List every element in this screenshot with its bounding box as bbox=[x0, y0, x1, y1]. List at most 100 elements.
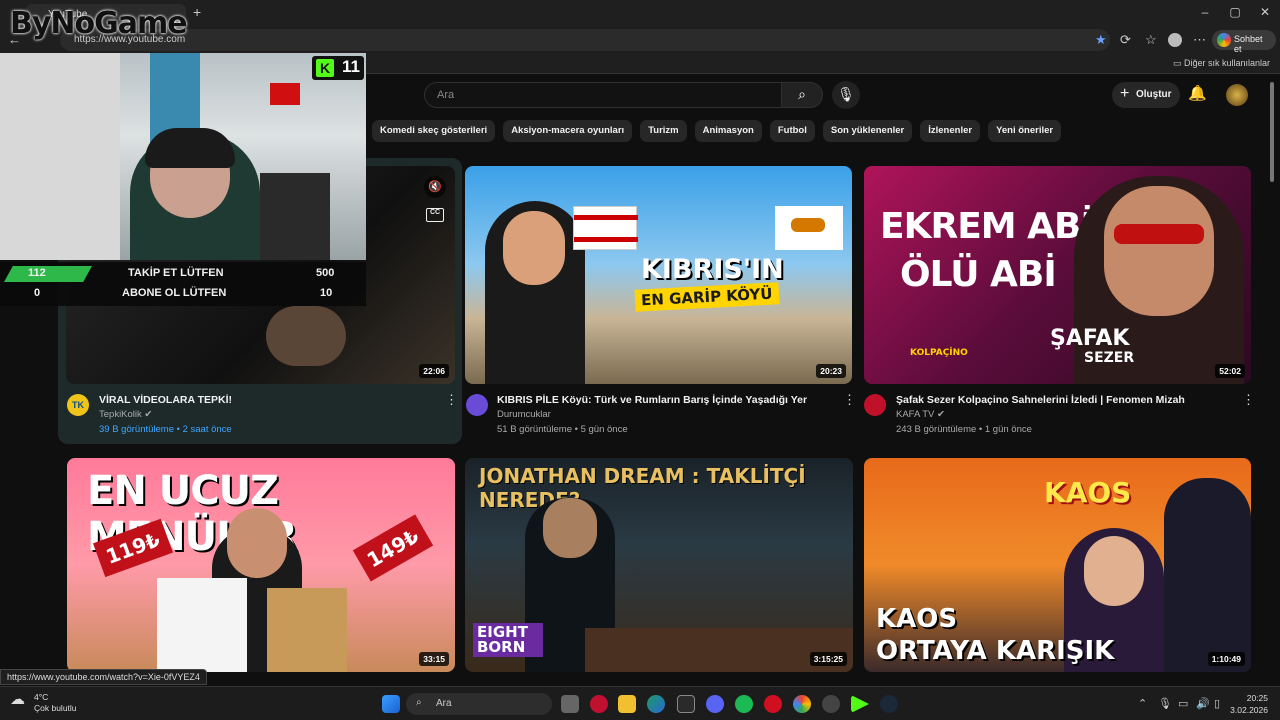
thumbnail-bag bbox=[157, 578, 247, 672]
other-favorites[interactable]: ▭ Diğer sık kullanılanlar bbox=[1173, 58, 1270, 69]
taskbar-search-label: Ara bbox=[436, 698, 452, 709]
chip[interactable]: Son yüklenenler bbox=[822, 120, 913, 142]
file-explorer-icon[interactable] bbox=[618, 695, 636, 713]
duration-badge: 22:06 bbox=[419, 364, 449, 378]
thumbnail-text: KIBRIS'IN bbox=[641, 254, 784, 285]
video-title[interactable]: VİRAL VİDEOLARA TEPKİ! bbox=[99, 394, 232, 406]
maximize-icon[interactable]: ▢ bbox=[1220, 5, 1250, 19]
webcam-flag bbox=[270, 83, 300, 105]
mic-icon[interactable]: 🎙 bbox=[1158, 697, 1172, 710]
video-thumbnail[interactable]: EKREM ABİ ÖLÜ ABİ ŞAFAK SEZER KOLPAÇİNO … bbox=[864, 166, 1251, 384]
webcam-shelf bbox=[0, 53, 120, 260]
channel-name[interactable]: TepkiKolik ✔ bbox=[99, 409, 152, 420]
thumbnail-text: ORTAYA KARIŞIK bbox=[876, 636, 1115, 666]
search-input[interactable]: Ara bbox=[424, 82, 782, 108]
volume-icon[interactable]: 🔊 bbox=[1196, 697, 1210, 710]
channel-name-text: KAFA TV bbox=[896, 409, 935, 420]
create-button[interactable]: + Oluştur bbox=[1112, 82, 1180, 108]
more-icon[interactable]: ⋮ bbox=[1242, 392, 1255, 408]
goal-right-value: 10 bbox=[320, 287, 333, 299]
chat-button[interactable]: Sohbet et bbox=[1212, 30, 1276, 54]
mic-button[interactable]: 🎙 bbox=[832, 81, 860, 109]
more-icon[interactable]: ⋮ bbox=[843, 392, 856, 408]
channel-avatar[interactable]: TK bbox=[67, 394, 89, 416]
channel-name[interactable]: Durumcuklar bbox=[497, 409, 551, 420]
taskbar bbox=[0, 686, 1280, 720]
date: 3.02.2026 bbox=[1230, 705, 1268, 715]
video-thumbnail[interactable]: KIBRIS'IN EN GARİP KÖYÜ 20:23 bbox=[465, 166, 852, 384]
battery-icon[interactable]: ▯ bbox=[1214, 697, 1220, 710]
avatar[interactable] bbox=[1226, 84, 1248, 106]
webcam-overlay bbox=[0, 53, 366, 260]
chip[interactable]: Komedi skeç gösterileri bbox=[372, 120, 496, 142]
network-icon[interactable]: ▭ bbox=[1178, 697, 1188, 710]
channel-avatar[interactable] bbox=[864, 394, 886, 416]
minimize-icon[interactable]: – bbox=[1190, 5, 1220, 19]
thumbnail-text: KOLPAÇİNO bbox=[910, 348, 968, 358]
app-icon[interactable] bbox=[677, 695, 695, 713]
channel-avatar[interactable] bbox=[466, 394, 488, 416]
search-button[interactable]: ⌕ bbox=[781, 82, 823, 108]
kick-icon: K bbox=[316, 59, 334, 77]
favorites-icon[interactable]: ☆ bbox=[1145, 32, 1157, 48]
chip[interactable]: Futbol bbox=[769, 120, 815, 142]
bell-icon[interactable]: 🔔 bbox=[1188, 84, 1207, 102]
video-thumbnail[interactable]: EN UCUZ MENÜLER 119₺ 149₺ 33:15 bbox=[67, 458, 455, 672]
thumbnail-text: ÖLÜ ABİ bbox=[900, 254, 1057, 295]
video-meta: 39 B görüntüleme • 2 saat önce bbox=[99, 424, 232, 435]
verified-icon: ✔ bbox=[144, 409, 153, 420]
thumbnail-text: KAOS bbox=[876, 604, 958, 634]
chip[interactable]: Yeni öneriler bbox=[988, 120, 1062, 142]
search-icon: ⌕ bbox=[416, 697, 422, 708]
duration-badge: 20:23 bbox=[816, 364, 846, 378]
chevron-up-icon[interactable]: ⌃ bbox=[1138, 697, 1147, 710]
video-meta: 51 B görüntüleme • 5 gün önce bbox=[497, 424, 628, 435]
thumbnail-text: ŞAFAK bbox=[1050, 326, 1130, 351]
goal-right-value: 500 bbox=[316, 267, 335, 279]
video-title[interactable]: KIBRIS PİLE Köyü: Türk ve Rumların Barış… bbox=[497, 394, 807, 406]
video-title[interactable]: Şafak Sezer Kolpaçino Sahnelerini İzledi… bbox=[896, 394, 1185, 406]
profile-icon[interactable] bbox=[1168, 33, 1182, 47]
task-view-icon[interactable] bbox=[561, 695, 579, 713]
windows-start-icon[interactable] bbox=[382, 695, 400, 713]
bynogame-logo: ByNoGame bbox=[10, 6, 188, 41]
chip[interactable]: İzlenenler bbox=[920, 120, 981, 142]
steam-icon[interactable] bbox=[880, 695, 898, 713]
star-icon[interactable]: ★ bbox=[1095, 32, 1107, 48]
thumbnail-text: EN GARİP KÖYÜ bbox=[634, 282, 779, 312]
chip[interactable]: Turizm bbox=[640, 120, 687, 142]
taskbar-search[interactable]: ⌕ Ara bbox=[406, 693, 552, 715]
url-field[interactable]: https://www.youtube.com bbox=[60, 29, 1110, 51]
chrome-icon[interactable] bbox=[793, 695, 811, 713]
close-icon[interactable]: ✕ bbox=[1250, 5, 1280, 19]
thumbnail-flag bbox=[573, 206, 638, 250]
clock[interactable]: 20:25 3.02.2026 bbox=[1230, 692, 1268, 716]
weather-condition: Çok bulutlu bbox=[34, 703, 77, 713]
opera-gx-icon[interactable] bbox=[764, 695, 782, 713]
duration-badge: 3:15:25 bbox=[809, 652, 847, 666]
more-icon[interactable]: ⋯ bbox=[1193, 32, 1206, 48]
thumbnail-text: KAOS bbox=[1044, 476, 1132, 509]
scrollbar-thumb[interactable] bbox=[1270, 82, 1274, 182]
channel-name[interactable]: KAFA TV ✔ bbox=[896, 409, 945, 420]
captions-icon[interactable]: CC bbox=[426, 208, 444, 222]
chip[interactable]: Animasyon bbox=[694, 120, 762, 142]
discord-icon[interactable] bbox=[706, 695, 724, 713]
extensions-icon[interactable]: ⟳ bbox=[1120, 32, 1131, 48]
spotify-icon[interactable] bbox=[735, 695, 753, 713]
goal-label: TAKİP ET LÜTFEN bbox=[128, 267, 224, 279]
edge-icon[interactable] bbox=[647, 695, 665, 713]
more-icon[interactable]: ⋮ bbox=[445, 392, 458, 408]
chip[interactable]: Aksiyon-macera oyunları bbox=[503, 120, 633, 142]
search-icon: ⌕ bbox=[798, 86, 806, 102]
mute-icon[interactable]: 🔇 bbox=[424, 176, 446, 198]
video-thumbnail[interactable]: KAOS KAOS ORTAYA KARIŞIK 1:10:49 bbox=[864, 458, 1251, 672]
webcam-chair bbox=[260, 173, 330, 260]
opera-icon[interactable] bbox=[590, 695, 608, 713]
weather-widget[interactable]: ☁ 4°C Çok bulutlu bbox=[10, 692, 77, 714]
obs-icon[interactable] bbox=[822, 695, 840, 713]
video-meta: 243 B görüntüleme • 1 gün önce bbox=[896, 424, 1032, 435]
video-thumbnail[interactable]: JONATHAN DREAM : TAKLİTÇİ NEREDE? EIGHT … bbox=[465, 458, 853, 672]
new-tab-icon[interactable]: + bbox=[193, 4, 201, 20]
goal-label: ABONE OL LÜTFEN bbox=[122, 287, 227, 299]
